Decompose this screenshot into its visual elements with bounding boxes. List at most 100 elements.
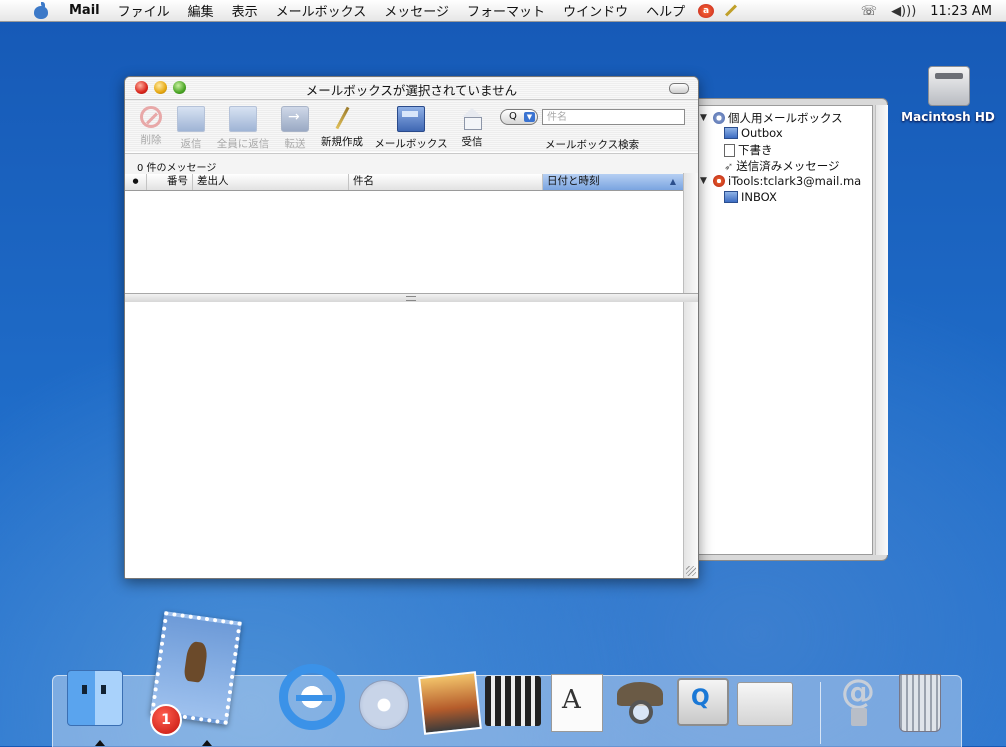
tree-item-label: iTools:tclark3@mail.ma <box>728 174 862 188</box>
system-preferences-icon[interactable] <box>737 682 793 726</box>
volume-icon[interactable]: ◀︎))) <box>891 4 916 19</box>
mailbox-drawer: ▼ 個人用メールボックス Outbox 下書き ➶ 送信済みメッセージ ▼ iT… <box>686 98 888 561</box>
apple-icon[interactable] <box>34 1 48 19</box>
compose-button[interactable]: 新規作成 <box>317 106 367 149</box>
get-mail-icon <box>459 106 485 130</box>
tree-item-label: 下書き <box>738 143 773 157</box>
message-count-bar: 0 件のメッセージ <box>125 153 698 175</box>
message-list[interactable] <box>125 191 683 292</box>
tree-item-personal[interactable]: ▼ 個人用メールボックス <box>700 110 843 126</box>
message-list-header: ● 番号 差出人 件名 日付と時刻 ▲ <box>125 174 685 191</box>
iphoto-icon[interactable] <box>418 671 482 735</box>
reply-all-button[interactable]: 全員に返信 <box>213 106 273 151</box>
tree-item-inbox[interactable]: INBOX <box>724 190 777 204</box>
running-indicator-icon <box>95 740 105 746</box>
column-date-label: 日付と時刻 <box>547 175 600 187</box>
menu-clock[interactable]: 11:23 AM <box>930 4 992 19</box>
menu-format[interactable]: フォーマット <box>458 1 554 20</box>
red-app-icon[interactable]: a <box>698 3 715 18</box>
reply-all-icon <box>229 106 257 132</box>
forward-icon <box>281 106 309 132</box>
menu-view[interactable]: 表示 <box>223 1 267 20</box>
search-menu-button[interactable]: Q ▼ <box>500 109 538 125</box>
chevron-down-icon: ▼ <box>524 112 535 122</box>
preview-scrollbar[interactable] <box>683 302 698 578</box>
quicktime-icon[interactable] <box>677 678 729 726</box>
itunes-icon[interactable] <box>359 680 409 730</box>
drafts-icon <box>724 143 735 157</box>
toolbar-toggle-button[interactable] <box>669 83 689 94</box>
splitter-grip-icon <box>406 296 416 301</box>
drawer-scrollbar[interactable] <box>875 105 888 555</box>
menu-help[interactable]: ヘルプ <box>637 1 694 20</box>
menu-message[interactable]: メッセージ <box>375 1 458 20</box>
pen-icon[interactable] <box>725 4 738 17</box>
mail-viewer-window: メールボックスが選択されていません 削除 返信 全員に返信 転送 新規作成 メー… <box>124 76 699 579</box>
tree-item-label: INBOX <box>741 190 777 204</box>
column-subject[interactable]: 件名 <box>349 174 543 190</box>
disclosure-triangle-icon[interactable]: ▼ <box>700 176 710 186</box>
tree-item-label: 個人用メールボックス <box>728 111 843 125</box>
reply-all-label: 全員に返信 <box>216 138 270 150</box>
menu-file[interactable]: ファイル <box>109 1 179 20</box>
imovie-icon[interactable] <box>485 676 541 726</box>
column-number[interactable]: 番号 <box>147 174 193 190</box>
reply-icon <box>177 106 205 132</box>
tree-item-itools[interactable]: ▼ iTools:tclark3@mail.ma <box>700 174 861 188</box>
delete-icon <box>140 106 162 128</box>
sort-ascending-icon: ▲ <box>669 177 676 186</box>
tree-item-drafts[interactable]: 下書き <box>724 142 773 158</box>
forward-button[interactable]: 転送 <box>277 106 313 151</box>
window-title: メールボックスが選択されていません <box>305 83 518 98</box>
disclosure-triangle-icon[interactable]: ▼ <box>700 113 710 123</box>
search-icon: Q <box>509 111 517 122</box>
reply-button[interactable]: 返信 <box>173 106 209 151</box>
dock-separator <box>820 682 821 744</box>
mailbox-icon <box>397 106 425 132</box>
internet-explorer-icon[interactable] <box>279 664 345 730</box>
search-input[interactable] <box>542 109 685 125</box>
mail-at-icon[interactable] <box>837 672 881 730</box>
mailbox-list: ▼ 個人用メールボックス Outbox 下書き ➶ 送信済みメッセージ ▼ iT… <box>695 105 873 555</box>
dock <box>52 611 962 747</box>
column-date[interactable]: 日付と時刻 ▲ <box>543 174 685 190</box>
inbox-icon <box>724 191 738 203</box>
phone-icon[interactable]: ☏ <box>861 4 877 19</box>
disk-label[interactable]: Macintosh HD <box>898 110 998 124</box>
tree-item-label: Outbox <box>741 126 783 140</box>
textedit-icon[interactable] <box>551 674 603 732</box>
mailbox-label: メールボックス <box>374 138 448 150</box>
delete-label: 削除 <box>140 134 162 146</box>
menu-app-mail[interactable]: Mail <box>60 3 109 18</box>
message-count: 0 件のメッセージ <box>137 163 217 174</box>
mail-unread-badge: 1 <box>150 704 182 736</box>
title-bar[interactable]: メールボックスが選択されていません <box>125 77 698 100</box>
get-mail-label: 受信 <box>461 136 483 148</box>
column-status[interactable]: ● <box>125 174 147 190</box>
search-label: メールボックス検索 <box>545 139 640 151</box>
sherlock-icon[interactable] <box>611 676 671 730</box>
compose-pencil-icon <box>329 106 355 130</box>
at-mailbox-icon <box>713 112 725 124</box>
column-from[interactable]: 差出人 <box>193 174 349 190</box>
compose-label: 新規作成 <box>321 136 363 148</box>
trash-icon[interactable] <box>899 674 941 732</box>
tree-item-label: 送信済みメッセージ <box>736 159 840 173</box>
reply-label: 返信 <box>180 138 202 150</box>
resize-handle[interactable] <box>686 566 696 576</box>
finder-icon[interactable] <box>67 670 123 726</box>
tree-item-sent[interactable]: ➶ 送信済みメッセージ <box>724 158 840 174</box>
menu-bar: Mail ファイル 編集 表示 メールボックス メッセージ フォーマット ウイン… <box>0 0 1006 22</box>
mailbox-button[interactable]: メールボックス <box>371 106 451 151</box>
message-list-scrollbar[interactable] <box>683 173 698 294</box>
delete-button[interactable]: 削除 <box>133 106 169 147</box>
menu-mailbox[interactable]: メールボックス <box>267 1 376 20</box>
menu-window[interactable]: ウインドウ <box>554 1 637 20</box>
tree-item-outbox[interactable]: Outbox <box>724 126 783 140</box>
hard-disk-icon[interactable] <box>924 66 972 108</box>
forward-label: 転送 <box>284 138 306 150</box>
sent-icon: ➶ <box>724 159 734 173</box>
get-mail-button[interactable]: 受信 <box>455 106 489 149</box>
menu-edit[interactable]: 編集 <box>179 1 223 20</box>
message-preview-pane[interactable] <box>125 302 683 578</box>
